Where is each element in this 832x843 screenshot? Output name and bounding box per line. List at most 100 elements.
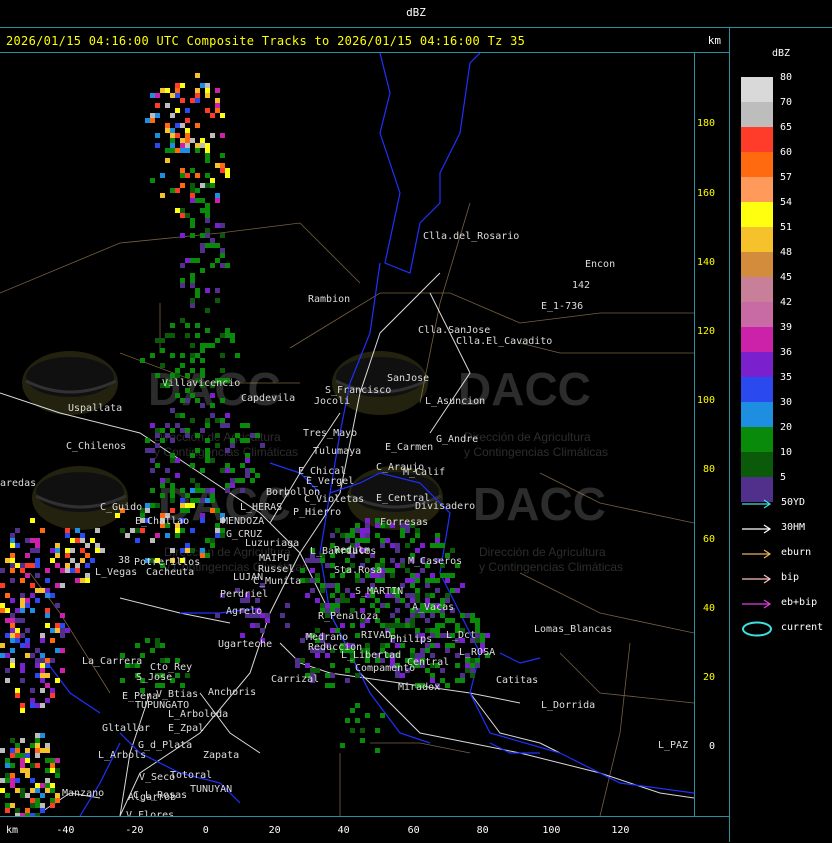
y-tick-label: 140 bbox=[697, 257, 716, 268]
radar-cell bbox=[155, 683, 160, 688]
radar-cell bbox=[355, 528, 360, 533]
radar-cell bbox=[220, 398, 225, 403]
radar-cell bbox=[205, 288, 210, 293]
radar-cell bbox=[80, 578, 85, 583]
place-label: C_Violetas bbox=[304, 494, 364, 505]
radar-cell bbox=[180, 508, 185, 513]
radar-cell bbox=[75, 538, 80, 543]
place-label: Clla.El_Cavadito bbox=[456, 336, 552, 347]
radar-cell bbox=[375, 728, 380, 733]
radar-cell bbox=[35, 588, 40, 593]
radar-cell bbox=[85, 573, 90, 578]
place-label: R_Penaloza bbox=[318, 611, 378, 622]
radar-cell bbox=[415, 588, 420, 593]
legend-swatch bbox=[741, 252, 773, 277]
radar-cell bbox=[440, 623, 445, 628]
radar-cell bbox=[225, 263, 230, 268]
radar-cell bbox=[175, 368, 180, 373]
radar-cell bbox=[30, 778, 35, 783]
radar-cell bbox=[405, 618, 410, 623]
radar-cell bbox=[205, 343, 210, 348]
radar-cell bbox=[20, 708, 25, 713]
radar-cell bbox=[90, 538, 95, 543]
radar-cell bbox=[65, 628, 70, 633]
radar-cell bbox=[200, 183, 205, 188]
radar-cell bbox=[200, 428, 205, 433]
radar-cell bbox=[35, 788, 40, 793]
radar-cell bbox=[435, 578, 440, 583]
radar-cell bbox=[410, 538, 415, 543]
radar-cell bbox=[15, 608, 20, 613]
radar-cell bbox=[345, 718, 350, 723]
x-tick-label: 40 bbox=[337, 825, 350, 836]
radar-cell bbox=[10, 543, 15, 548]
radar-cell bbox=[340, 598, 345, 603]
radar-cell bbox=[60, 633, 65, 638]
radar-cell bbox=[10, 748, 15, 753]
radar-cell bbox=[25, 553, 30, 558]
radar-cell bbox=[415, 533, 420, 538]
x-axis: km -40 -20 0 20 40 60 80 100 120 bbox=[0, 816, 729, 843]
radar-cell bbox=[60, 623, 65, 628]
radar-cell bbox=[205, 88, 210, 93]
radar-cell bbox=[210, 343, 215, 348]
place-label: RIVAD bbox=[361, 630, 391, 641]
radar-cell bbox=[210, 113, 215, 118]
radar-cell bbox=[15, 743, 20, 748]
radar-cell bbox=[50, 693, 55, 698]
place-label: 142 bbox=[572, 280, 590, 291]
radar-cell bbox=[435, 643, 440, 648]
radar-cell bbox=[420, 648, 425, 653]
radar-cell bbox=[210, 538, 215, 543]
radar-cell bbox=[190, 218, 195, 223]
place-label: L_Asuncion bbox=[425, 396, 485, 407]
radar-cell bbox=[15, 543, 20, 548]
radar-cell bbox=[215, 243, 220, 248]
place-label: E_Zpal bbox=[168, 723, 204, 734]
y-tick-label: 80 bbox=[703, 464, 716, 475]
radar-cell bbox=[325, 653, 330, 658]
radar-cell bbox=[475, 663, 480, 668]
radar-cell bbox=[40, 783, 45, 788]
place-label: Miradox bbox=[398, 682, 440, 693]
place-label: aredas bbox=[0, 478, 36, 489]
radar-cell bbox=[95, 528, 100, 533]
radar-cell bbox=[325, 673, 330, 678]
radar-cell bbox=[50, 688, 55, 693]
radar-cell bbox=[190, 358, 195, 363]
radar-cell bbox=[20, 753, 25, 758]
radar-cell bbox=[195, 143, 200, 148]
radar-cell bbox=[395, 543, 400, 548]
radar-cell bbox=[50, 658, 55, 663]
radar-cell bbox=[205, 448, 210, 453]
place-label: S_MARTIN bbox=[355, 586, 403, 597]
radar-cell bbox=[10, 638, 15, 643]
legend-level-label: 5 bbox=[780, 472, 787, 483]
radar-cell bbox=[95, 548, 100, 553]
radar-cell bbox=[185, 118, 190, 123]
radar-cell bbox=[205, 308, 210, 313]
radar-cell bbox=[205, 173, 210, 178]
radar-cell bbox=[380, 543, 385, 548]
radar-cell bbox=[190, 233, 195, 238]
radar-cell bbox=[190, 393, 195, 398]
map-canvas[interactable]: DACCDirección de Agriculturay Contingenc… bbox=[0, 53, 694, 816]
radar-cell bbox=[195, 498, 200, 503]
radar-cell bbox=[25, 563, 30, 568]
radar-cell bbox=[115, 513, 120, 518]
radar-cell bbox=[175, 188, 180, 193]
radar-map[interactable]: DACCDirección de Agriculturay Contingenc… bbox=[0, 53, 694, 816]
place-label: Jocoli bbox=[314, 396, 350, 407]
radar-cell bbox=[15, 563, 20, 568]
radar-cell bbox=[305, 578, 310, 583]
radar-cell bbox=[40, 673, 45, 678]
radar-cell bbox=[55, 678, 60, 683]
radar-cell bbox=[220, 253, 225, 258]
radar-cell bbox=[65, 533, 70, 538]
radar-cell bbox=[180, 263, 185, 268]
place-label: 38 bbox=[118, 555, 130, 566]
radar-cell bbox=[10, 533, 15, 538]
radar-cell bbox=[185, 548, 190, 553]
radar-cell bbox=[285, 603, 290, 608]
radar-cell bbox=[345, 678, 350, 683]
